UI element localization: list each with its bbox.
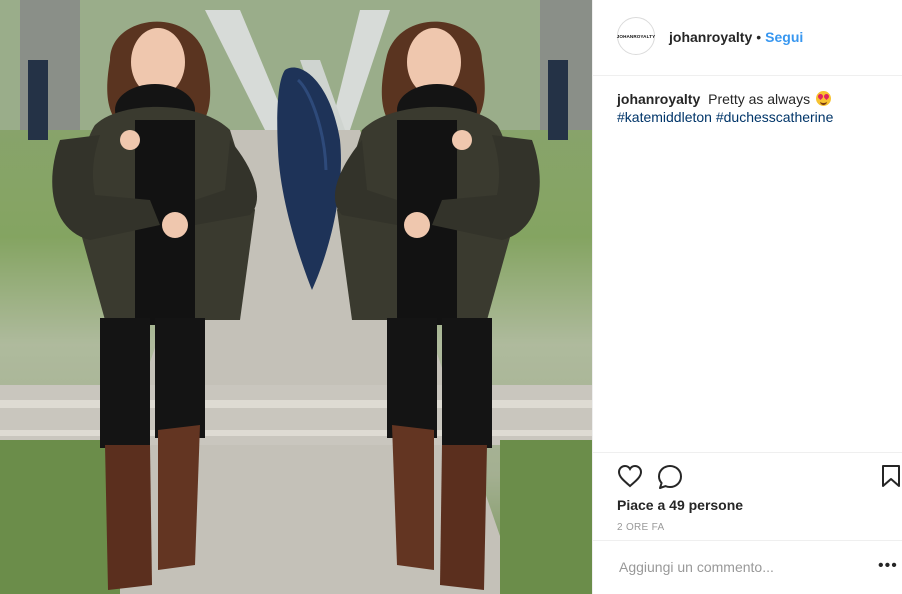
username-link[interactable]: johanroyalty [669, 29, 752, 45]
separator-dot: • [756, 29, 762, 45]
follow-button[interactable]: Segui [765, 29, 803, 45]
hashtag-katemiddleton[interactable]: #katemiddleton [617, 109, 712, 125]
more-options-icon[interactable]: ••• [878, 558, 898, 574]
photo-illustration [0, 0, 592, 594]
header-line: johanroyalty • Segui [669, 29, 803, 45]
caption-text: Pretty as always [708, 91, 811, 107]
avatar-text: JOHANROYALTY [616, 33, 656, 39]
post-side-panel: JOHANROYALTY johanroyalty • Segui johanroy… [592, 0, 902, 594]
heart-icon[interactable] [617, 464, 643, 493]
post-timestamp: 2 ORE FA [617, 522, 665, 533]
post-header: JOHANROYALTY johanroyalty • Segui [593, 0, 902, 76]
avatar[interactable]: JOHANROYALTY [617, 17, 655, 55]
comment-input[interactable] [617, 555, 861, 579]
hashtag-duchesscatherine[interactable]: #duchesscatherine [716, 109, 834, 125]
comment-icon[interactable] [657, 464, 683, 495]
bookmark-icon[interactable] [881, 464, 901, 493]
post-photo[interactable] [0, 0, 592, 594]
action-bar [593, 452, 902, 489]
post-caption: johanroyalty Pretty as always #katemiddl… [617, 90, 887, 126]
caption-username[interactable]: johanroyalty [617, 91, 700, 107]
heart-eyes-emoji-icon [815, 91, 831, 106]
likes-count[interactable]: Piace a 49 persone [617, 497, 743, 513]
comment-bar: ••• [593, 540, 902, 594]
instagram-post: JOHANROYALTY johanroyalty • Segui johanroy… [0, 0, 902, 594]
